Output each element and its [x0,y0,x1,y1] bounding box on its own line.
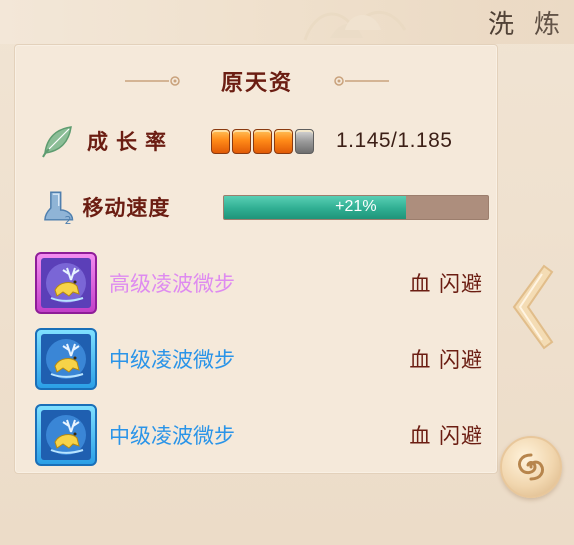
growth-label: 成长率 [87,130,174,154]
panel-title: 原天资 [220,71,293,96]
growth-pip [211,128,230,154]
speed-bar-text: +21% [335,198,377,215]
growth-row: 成长率 1.145/1.185 [39,123,489,159]
panel-title-row: 原天资 [15,65,499,97]
speed-label: 移动速度 [82,196,171,220]
deer-skill-icon[interactable] [35,252,97,314]
skill-row[interactable]: 中级凌波微步 血 闪避 [35,403,485,467]
left-ornament-icon [124,76,180,86]
skill-row[interactable]: 中级凌波微步 血 闪避 [35,327,485,391]
chevron-left-icon[interactable] [504,262,556,352]
skill-attr: 血 闪避 [409,348,483,372]
growth-value: 1.145/1.185 [336,129,453,152]
growth-pips [211,128,314,154]
growth-pip [253,128,272,154]
right-ornament-icon [334,76,389,86]
boot-icon: 2 [44,191,74,226]
leaf-icon [42,126,72,158]
growth-pip-empty [295,128,314,154]
deer-skill-icon[interactable] [35,328,97,390]
lotus-decoration-icon [303,10,407,41]
skill-name: 高级凌波微步 [109,272,235,296]
aptitude-panel: 原天资 成长率 1.145/1.185 2 移动速度 +21% 高级凌波微步 血… [14,44,498,474]
speed-row: 2 移动速度 +21% [39,189,489,226]
svg-text:2: 2 [65,214,72,226]
skill-name: 中级凌波微步 [109,424,235,448]
header-fade [484,0,574,44]
swirl-icon [517,453,545,481]
deer-skill-icon[interactable] [35,404,97,466]
skill-name: 中级凌波微步 [109,348,235,372]
growth-pip [232,128,251,154]
skill-attr: 血 闪避 [409,272,483,296]
swirl-button[interactable] [500,436,562,498]
skill-attr: 血 闪避 [409,424,483,448]
growth-pip [274,128,293,154]
skill-row[interactable]: 高级凌波微步 血 闪避 [35,251,485,315]
speed-bar: +21% [222,194,489,220]
